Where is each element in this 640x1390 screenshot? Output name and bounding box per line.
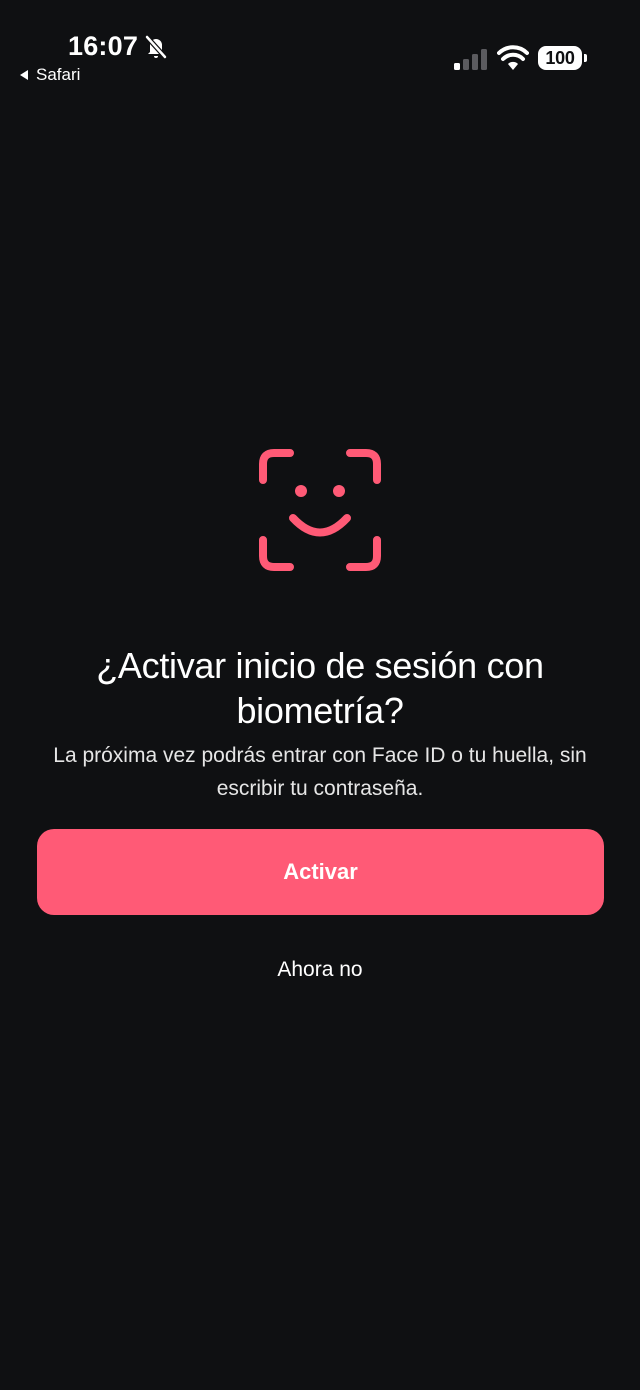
face-id-icon [259, 449, 381, 571]
battery-icon: 100 [538, 46, 588, 70]
back-app-label: Safari [36, 65, 81, 84]
back-to-safari-link[interactable]: Safari [18, 65, 80, 85]
activate-button[interactable]: Activar [37, 829, 604, 915]
not-now-link[interactable]: Ahora no [220, 953, 420, 987]
status-bar: 16:07 Safari 100 [0, 0, 640, 100]
battery-tip [584, 54, 587, 62]
battery-level: 100 [538, 46, 582, 70]
page-description: La próxima vez podrás entrar con Face ID… [53, 744, 587, 800]
page-title: ¿Activar inicio de sesión con biometría? [96, 645, 544, 732]
bell-slash-icon [145, 35, 167, 59]
back-arrow-icon [20, 70, 28, 80]
cellular-signal-icon [454, 49, 487, 70]
wifi-icon [497, 45, 529, 70]
status-time: 16:07 [68, 31, 139, 61]
